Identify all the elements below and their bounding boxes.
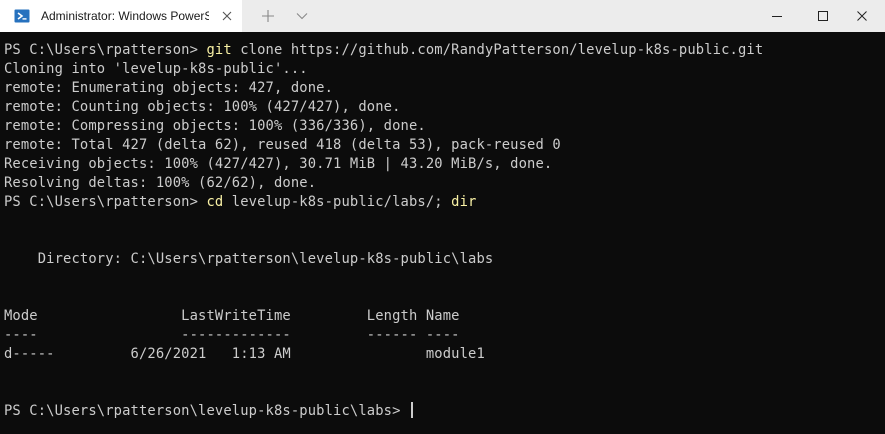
terminal-line: Resolving deltas: 100% (62/62), done. <box>4 174 885 193</box>
tab-dropdown-button[interactable] <box>290 0 314 32</box>
terminal-line: Directory: C:\Users\rpatterson\levelup-k… <box>4 250 885 269</box>
terminal-line: remote: Enumerating objects: 427, done. <box>4 79 885 98</box>
command-name: cd <box>206 194 224 210</box>
terminal-line: Receiving objects: 100% (427/427), 30.71… <box>4 155 885 174</box>
chevron-down-icon <box>296 13 308 20</box>
terminal-line: Cloning into 'levelup-k8s-public'... <box>4 60 885 79</box>
close-icon <box>857 11 867 21</box>
prompt-text: PS C:\Users\rpatterson> <box>4 194 207 210</box>
close-tab-icon[interactable] <box>219 8 235 24</box>
title-bar: Administrator: Windows PowerShell <box>0 0 885 32</box>
command-name: dir <box>451 194 477 210</box>
output-text: Directory: C:\Users\rpatterson\levelup-k… <box>4 251 494 267</box>
output-text: d----- 6/26/2021 1:13 AM module1 <box>4 346 485 362</box>
command-name: git <box>206 42 232 58</box>
prompt-text: PS C:\Users\rpatterson> <box>4 42 207 58</box>
output-text: Mode LastWriteTime Length Name <box>4 308 460 324</box>
terminal-line: remote: Total 427 (delta 62), reused 418… <box>4 136 885 155</box>
minimize-icon <box>772 16 782 17</box>
plus-icon <box>262 10 274 22</box>
output-text: Receiving objects: 100% (427/427), 30.71… <box>4 156 553 172</box>
new-tab-button[interactable] <box>256 0 280 32</box>
maximize-icon <box>818 11 828 21</box>
prompt-text: PS C:\Users\rpatterson\levelup-k8s-publi… <box>4 403 409 419</box>
output-text: remote: Counting objects: 100% (427/427)… <box>4 99 401 115</box>
command-args: clone https://github.com/RandyPatterson/… <box>231 42 764 58</box>
text-cursor <box>410 402 413 418</box>
tab-title: Administrator: Windows PowerShell <box>41 9 209 23</box>
terminal-line: PS C:\Users\rpatterson> cd levelup-k8s-p… <box>4 193 885 212</box>
terminal-output[interactable]: PS C:\Users\rpatterson> git clone https:… <box>0 32 885 434</box>
output-text: Resolving deltas: 100% (62/62), done. <box>4 175 317 191</box>
terminal-line: Mode LastWriteTime Length Name <box>4 307 885 326</box>
terminal-line: d----- 6/26/2021 1:13 AM module1 <box>4 345 885 364</box>
output-text: Cloning into 'levelup-k8s-public'... <box>4 61 308 77</box>
output-text: remote: Compressing objects: 100% (336/3… <box>4 118 426 134</box>
terminal-line: remote: Counting objects: 100% (427/427)… <box>4 98 885 117</box>
minimize-button[interactable] <box>754 0 800 32</box>
close-window-button[interactable] <box>839 0 885 32</box>
output-text: remote: Enumerating objects: 427, done. <box>4 80 334 96</box>
terminal-line: PS C:\Users\rpatterson\levelup-k8s-publi… <box>4 402 885 421</box>
powershell-icon <box>14 9 30 23</box>
command-args: levelup-k8s-public/labs/; <box>223 194 452 210</box>
terminal-line: PS C:\Users\rpatterson> git clone https:… <box>4 41 885 60</box>
output-text: remote: Total 427 (delta 62), reused 418… <box>4 137 561 153</box>
terminal-line: remote: Compressing objects: 100% (336/3… <box>4 117 885 136</box>
terminal-line: ---- ------------- ------ ---- <box>4 326 885 345</box>
tab-powershell[interactable]: Administrator: Windows PowerShell <box>0 0 242 32</box>
output-text: ---- ------------- ------ ---- <box>4 327 460 343</box>
